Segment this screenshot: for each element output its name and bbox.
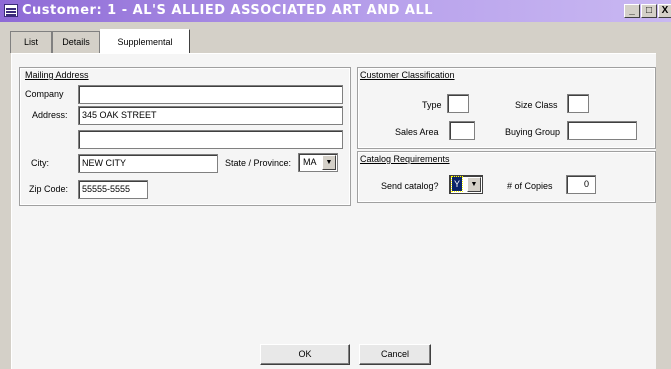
type-field[interactable] [447, 94, 469, 113]
mailing-address-title: Mailing Address [25, 70, 89, 80]
address-line2-field[interactable] [78, 130, 343, 149]
sales-area-label: Sales Area [395, 127, 439, 137]
send-catalog-select[interactable]: Y ▼ [449, 175, 483, 194]
company-field[interactable] [78, 85, 343, 104]
address-line1-field[interactable]: 345 OAK STREET [78, 106, 343, 125]
size-class-field[interactable] [567, 94, 589, 113]
catalog-title: Catalog Requirements [360, 154, 450, 164]
type-label: Type [422, 100, 442, 110]
zip-field[interactable]: 55555-5555 [78, 180, 148, 199]
size-class-label: Size Class [515, 100, 558, 110]
window-title: Customer: 1 - AL'S ALLIED ASSOCIATED ART… [22, 3, 434, 18]
maximize-button[interactable]: □ [641, 4, 657, 18]
state-select[interactable]: MA ▼ [298, 153, 338, 172]
copies-field[interactable]: 0 [566, 175, 596, 194]
title-bar[interactable]: Customer: 1 - AL'S ALLIED ASSOCIATED ART… [0, 0, 671, 22]
close-button[interactable]: X [658, 4, 671, 18]
city-field[interactable]: NEW CITY [78, 154, 218, 173]
tab-list[interactable]: List [10, 31, 52, 53]
copies-label: # of Copies [507, 181, 553, 191]
chevron-down-icon[interactable]: ▼ [467, 177, 481, 192]
cancel-button[interactable]: Cancel [359, 344, 431, 365]
classification-title: Customer Classification [360, 70, 455, 80]
company-label: Company [25, 89, 64, 99]
state-label: State / Province: [225, 158, 292, 168]
address-label: Address: [32, 110, 68, 120]
zip-label: Zip Code: [29, 184, 69, 194]
tab-supplemental[interactable]: Supplemental [100, 29, 190, 54]
buying-group-field[interactable] [567, 121, 637, 140]
sales-area-field[interactable] [449, 121, 475, 140]
buying-group-label: Buying Group [505, 127, 561, 137]
send-catalog-label: Send catalog? [381, 181, 439, 191]
tab-details[interactable]: Details [52, 31, 100, 53]
minimize-button[interactable]: _ [624, 4, 640, 18]
ok-button[interactable]: OK [260, 344, 350, 365]
send-catalog-value: Y [450, 176, 464, 192]
chevron-down-icon[interactable]: ▼ [322, 155, 336, 170]
city-label: City: [31, 158, 49, 168]
window-icon [4, 4, 18, 17]
state-value: MA [303, 157, 317, 167]
